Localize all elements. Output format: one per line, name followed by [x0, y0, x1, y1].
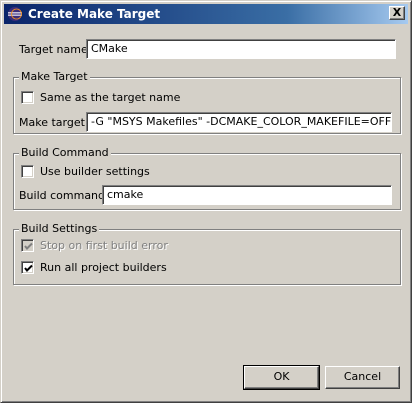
stop-on-first-error-label: Stop on first build error — [40, 239, 168, 252]
make-target-label: Make target: — [19, 116, 89, 129]
title-bar[interactable]: Create Make Target X — [4, 4, 408, 24]
make-target-group-title: Make Target — [19, 70, 90, 83]
make-target-input[interactable]: -G "MSYS Makefiles" -DCMAKE_COLOR_MAKEFI… — [86, 112, 392, 132]
ok-button[interactable]: OK — [243, 365, 320, 390]
use-builder-settings-label: Use builder settings — [40, 165, 150, 178]
cancel-button[interactable]: Cancel — [325, 366, 400, 389]
build-command-label: Build command: — [19, 189, 109, 202]
create-make-target-dialog: Create Make Target X Target name: CMake … — [0, 0, 412, 403]
close-button[interactable]: X — [389, 6, 405, 20]
target-name-input[interactable]: CMake — [86, 39, 396, 59]
use-builder-settings-checkbox[interactable] — [21, 165, 34, 178]
same-as-target-name-checkbox[interactable] — [21, 91, 34, 104]
target-name-label: Target name: — [19, 43, 92, 56]
eclipse-icon — [7, 6, 23, 22]
run-all-builders-label: Run all project builders — [40, 261, 167, 274]
build-command-input[interactable]: cmake — [102, 185, 392, 205]
build-command-group-title: Build Command — [19, 146, 111, 159]
run-all-builders-checkbox[interactable] — [21, 261, 34, 274]
checkmark-icon — [24, 242, 33, 250]
window-title: Create Make Target — [28, 7, 161, 21]
stop-on-first-error-checkbox[interactable] — [21, 239, 34, 252]
build-settings-group: Build Settings — [13, 222, 401, 285]
checkmark-icon — [24, 264, 33, 272]
build-settings-group-title: Build Settings — [19, 222, 100, 235]
same-as-target-name-label: Same as the target name — [40, 91, 181, 104]
close-icon: X — [392, 6, 402, 19]
